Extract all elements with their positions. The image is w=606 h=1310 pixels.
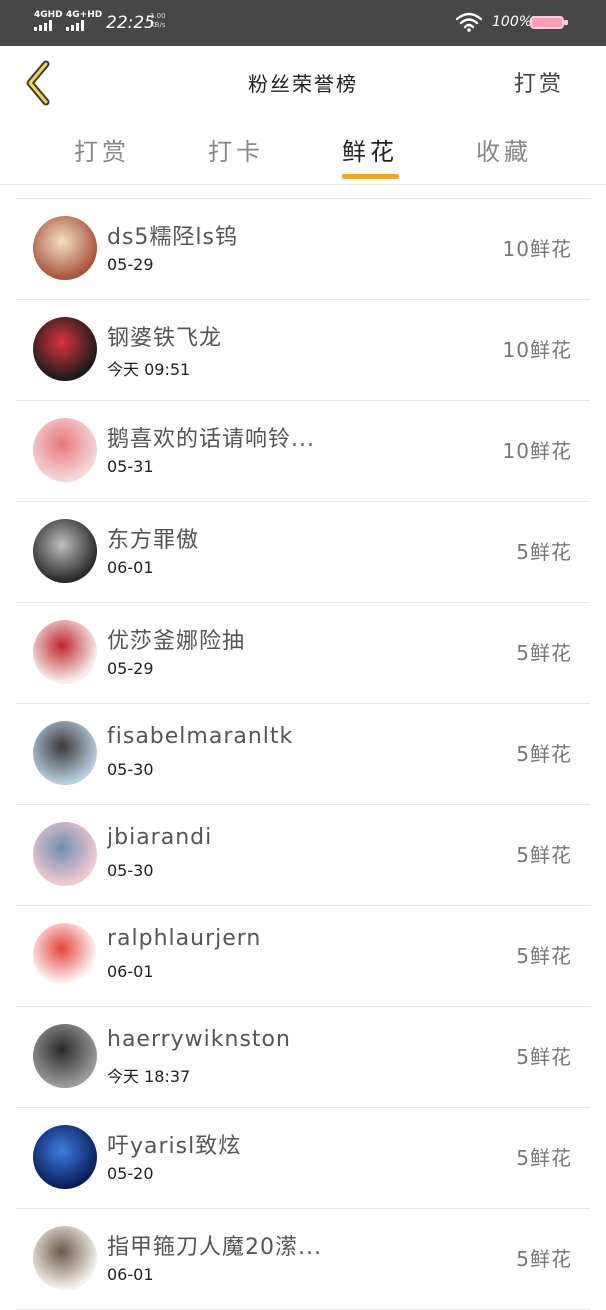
avatar [33, 822, 97, 886]
list-item[interactable]: ralphlaurjern 06-01 5鲜花 [16, 906, 590, 1007]
avatar [33, 418, 97, 482]
network-speed-unit: KB/s [150, 21, 166, 29]
flower-count: 5鲜花 [516, 1247, 572, 1271]
user-name: jbiarandi [107, 825, 213, 850]
user-name: 钢婆铁飞龙 [107, 326, 223, 351]
avatar [33, 216, 97, 280]
list-item[interactable]: 东方罪傲 06-01 5鲜花 [16, 502, 590, 603]
network-label-2: 4G+HD [66, 10, 103, 20]
list-item[interactable]: 钢婆铁飞龙 今天 09:51 10鲜花 [16, 300, 590, 401]
date: 05-31 [107, 457, 154, 476]
user-name: 优莎釜娜险抽 [107, 629, 246, 654]
date: 05-29 [107, 255, 154, 274]
signal-icon-1 [34, 20, 52, 31]
tab-checkin[interactable]: 打卡 [176, 132, 296, 167]
flower-count: 5鲜花 [516, 742, 572, 766]
battery-percent: 100% [492, 14, 533, 30]
flower-count: 10鲜花 [502, 439, 572, 463]
flower-count: 5鲜花 [516, 1045, 572, 1069]
tab-flowers[interactable]: 鲜花 [310, 132, 430, 167]
flower-count: 5鲜花 [516, 641, 572, 665]
network-speed: 1.00 KB/s [150, 12, 166, 30]
status-bar: 4GHD 4G+HD 22:25 1.00 KB/s 100% [0, 0, 606, 46]
tab-collect[interactable]: 收藏 [444, 132, 564, 167]
network-label-1: 4GHD [34, 10, 63, 20]
flower-count: 5鲜花 [516, 944, 572, 968]
avatar [33, 519, 97, 583]
fan-list: ds5糯陉ls钨 05-29 10鲜花 钢婆铁飞龙 今天 09:51 10鲜花 … [16, 198, 590, 1310]
avatar [33, 317, 97, 381]
user-name: 指甲箍刀人魔20潆... [107, 1235, 322, 1260]
avatar [33, 721, 97, 785]
network-speed-value: 1.00 [150, 12, 166, 20]
list-item[interactable]: 指甲箍刀人魔20潆... 06-01 5鲜花 [16, 1209, 590, 1310]
date: 今天 09:51 [107, 360, 191, 379]
tab-active-indicator [342, 174, 399, 179]
nav-bar: 粉丝荣誉榜 打赏 [0, 46, 606, 122]
flower-count: 5鲜花 [516, 843, 572, 867]
signal-icon-2 [66, 20, 84, 31]
wifi-icon [456, 12, 482, 32]
list-item[interactable]: 鹅喜欢的话请响铃... 05-31 10鲜花 [16, 401, 590, 502]
list-item[interactable]: ds5糯陉ls钨 05-29 10鲜花 [16, 199, 590, 300]
date: 05-20 [107, 1164, 154, 1183]
list-item[interactable]: fisabelmaranltk 05-30 5鲜花 [16, 704, 590, 805]
user-name: 鹅喜欢的话请响铃... [107, 427, 315, 452]
avatar [33, 620, 97, 684]
date: 06-01 [107, 558, 154, 577]
tab-bar: 打赏 打卡 鲜花 收藏 [0, 122, 606, 185]
date: 今天 18:37 [107, 1067, 191, 1086]
list-item[interactable]: jbiarandi 05-30 5鲜花 [16, 805, 590, 906]
date: 06-01 [107, 962, 154, 981]
list-item[interactable]: 优莎釜娜险抽 05-29 5鲜花 [16, 603, 590, 704]
date: 06-01 [107, 1265, 154, 1284]
avatar [33, 923, 97, 987]
avatar [33, 1024, 97, 1088]
battery-icon [530, 16, 568, 29]
list-item[interactable]: 吁yarisl致炫 05-20 5鲜花 [16, 1108, 590, 1209]
user-name: 东方罪傲 [107, 528, 200, 553]
tab-reward[interactable]: 打赏 [42, 132, 162, 167]
user-name: ds5糯陉ls钨 [107, 225, 238, 250]
date: 05-30 [107, 760, 154, 779]
flower-count: 5鲜花 [516, 1146, 572, 1170]
flower-count: 10鲜花 [502, 237, 572, 261]
date: 05-30 [107, 861, 154, 880]
avatar [33, 1125, 97, 1189]
user-name: haerrywiknston [107, 1027, 291, 1052]
user-name: ralphlaurjern [107, 926, 262, 951]
list-item[interactable]: haerrywiknston 今天 18:37 5鲜花 [16, 1007, 590, 1108]
user-name: 吁yarisl致炫 [107, 1134, 242, 1159]
user-name: fisabelmaranltk [107, 724, 294, 749]
clock: 22:25 [106, 13, 155, 33]
avatar [33, 1226, 97, 1290]
reward-button[interactable]: 打赏 [514, 66, 564, 98]
flower-count: 10鲜花 [502, 338, 572, 362]
flower-count: 5鲜花 [516, 540, 572, 564]
date: 05-29 [107, 659, 154, 678]
